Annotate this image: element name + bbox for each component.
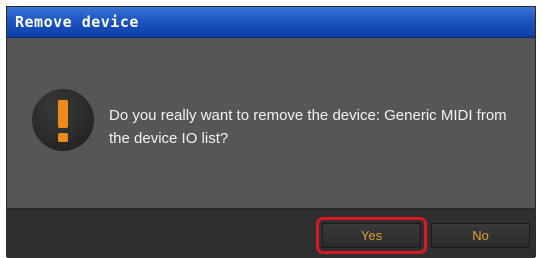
warning-icon (32, 89, 94, 151)
warning-icon-dot (58, 133, 68, 142)
dialog-button-bar: Yes No (7, 208, 535, 258)
title-bar[interactable]: Remove device (7, 7, 535, 38)
dialog-body: Do you really want to remove the device:… (7, 38, 535, 208)
warning-icon-bar (58, 100, 68, 128)
remove-device-dialog: Remove device Do you really want to remo… (6, 6, 536, 258)
no-button[interactable]: No (431, 223, 530, 248)
screenshot-canvas: Remove device Do you really want to remo… (0, 0, 542, 258)
dialog-message: Do you really want to remove the device:… (109, 107, 507, 147)
dialog-title: Remove device (15, 13, 139, 31)
yes-button-highlight-ring (316, 217, 427, 254)
